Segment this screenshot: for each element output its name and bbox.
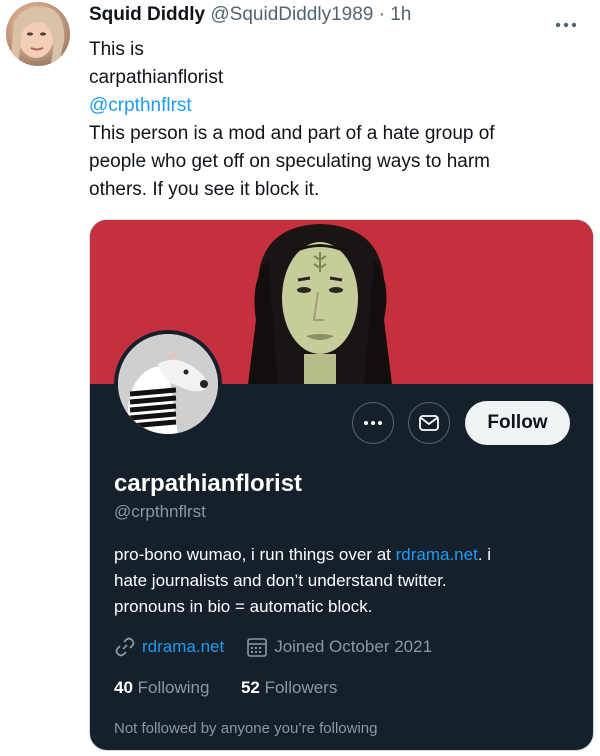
not-followed-note: Not followed by anyone you’re following xyxy=(114,720,378,737)
tweet-line: This person is a mod and part of a hate … xyxy=(89,123,495,144)
following-label: Following xyxy=(137,678,210,697)
banner-face-image xyxy=(248,224,392,384)
tweet-header: Squid Diddly @SquidDiddly1989 · 1h xyxy=(89,4,411,26)
profile-avatar-image xyxy=(118,334,218,434)
bio-text: pro-bono wumao, i run things over at xyxy=(114,545,396,564)
author-avatar-image xyxy=(10,6,65,66)
bio-text: pronouns in bio = automatic block. xyxy=(114,597,373,616)
bio-link[interactable]: rdrama.net xyxy=(396,545,478,564)
profile-more-button[interactable] xyxy=(352,402,394,444)
tweet-line: carpathianflorist xyxy=(89,67,224,88)
followers-label: Followers xyxy=(264,678,338,697)
envelope-icon xyxy=(419,415,439,431)
profile-meta: rdrama.net Joined October 2021 xyxy=(114,636,432,658)
author-name[interactable]: Squid Diddly xyxy=(89,4,205,25)
more-horizontal-icon[interactable] xyxy=(554,12,578,35)
profile-name: carpathianflorist xyxy=(114,470,303,497)
follow-button[interactable]: Follow xyxy=(465,401,570,445)
tweet-line: others. If you see it block it. xyxy=(89,179,320,200)
calendar-icon xyxy=(247,638,268,657)
following-stat[interactable]: 40 Following xyxy=(114,678,209,697)
link-icon xyxy=(115,637,135,657)
followers-count: 52 xyxy=(240,678,260,697)
tweet-timestamp[interactable]: 1h xyxy=(390,4,411,25)
profile-bio: pro-bono wumao, i run things over at rdr… xyxy=(114,542,574,620)
more-horizontal-icon xyxy=(364,421,382,425)
tweet-mention-link[interactable]: @crpthnflrst xyxy=(89,92,559,120)
followers-stat[interactable]: 52 Followers xyxy=(241,678,337,697)
profile-stats: 40 Following 52 Followers xyxy=(114,678,337,698)
author-avatar[interactable] xyxy=(6,2,70,66)
profile-handle: @crpthnflrst xyxy=(114,502,206,521)
bio-text: . i xyxy=(477,545,492,564)
profile-avatar xyxy=(114,330,222,438)
profile-joined-date: Joined October 2021 xyxy=(274,637,433,656)
message-button[interactable] xyxy=(408,402,450,444)
header-separator: · xyxy=(373,4,391,25)
profile-website-link[interactable]: rdrama.net xyxy=(142,637,224,657)
profile-card-image[interactable]: Follow carpathianflorist @crpthnflrst pr… xyxy=(89,219,594,751)
author-handle[interactable]: @SquidDiddly1989 xyxy=(210,4,373,25)
tweet-text: This is carpathianflorist @crpthnflrst T… xyxy=(89,36,559,204)
bio-text: hate journalists and don’t understand tw… xyxy=(114,571,447,590)
tweet-line: people who get off on speculating ways t… xyxy=(89,151,491,172)
following-count: 40 xyxy=(114,678,133,697)
tweet-line: This is xyxy=(89,39,144,60)
